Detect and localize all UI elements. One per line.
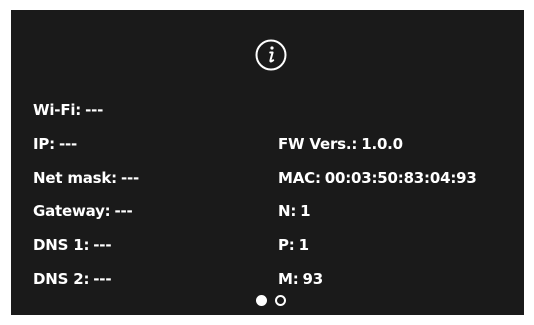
wifi-row: Wi-Fi: ---	[33, 98, 103, 122]
wifi-label: Wi-Fi:	[33, 101, 82, 119]
ip-value: ---	[58, 135, 78, 153]
p-label: P:	[278, 236, 295, 254]
m-row: M: 93	[278, 267, 323, 291]
mac-row: MAC: 00:03:50:83:04:93	[278, 166, 477, 190]
dns1-value: ---	[93, 236, 112, 254]
p-value: 1	[298, 236, 309, 254]
page-dot-1[interactable]	[256, 295, 267, 306]
fw-version-label: FW Vers.:	[278, 135, 358, 153]
gateway-label: Gateway:	[33, 202, 111, 220]
m-label: M:	[278, 270, 299, 288]
info-grid: Wi-Fi: --- IP: --- Net mask: --- Gateway: --…	[33, 98, 513, 296]
ip-label: IP:	[33, 135, 55, 153]
n-value: 1	[300, 202, 311, 220]
dns2-label: DNS 2:	[33, 270, 90, 288]
gateway-row: Gateway: ---	[33, 199, 133, 223]
page-indicator	[256, 295, 286, 309]
mac-label: MAC:	[278, 169, 321, 187]
gateway-value: ---	[114, 202, 133, 220]
p-row: P: 1	[278, 233, 309, 257]
fw-version-row: FW Vers.: 1.0.0	[278, 132, 403, 156]
n-row: N: 1	[278, 199, 311, 223]
m-value: 93	[302, 270, 324, 288]
mac-value: 00:03:50:83:04:93	[324, 169, 477, 187]
dns2-row: DNS 2: ---	[33, 267, 112, 291]
device-info-screen: Wi-Fi: --- IP: --- Net mask: --- Gateway: --…	[11, 10, 524, 315]
dns1-label: DNS 1:	[33, 236, 90, 254]
net-mask-value: ---	[120, 169, 140, 187]
net-mask-label: Net mask:	[33, 169, 117, 187]
wifi-value: ---	[85, 101, 104, 119]
dns1-row: DNS 1: ---	[33, 233, 112, 257]
net-mask-row: Net mask: ---	[33, 166, 139, 190]
page-dot-2[interactable]	[275, 295, 286, 306]
ip-row: IP: ---	[33, 132, 77, 156]
info-icon	[254, 38, 288, 72]
n-label: N:	[278, 202, 297, 220]
dns2-value: ---	[93, 270, 112, 288]
fw-version-value: 1.0.0	[361, 135, 403, 153]
